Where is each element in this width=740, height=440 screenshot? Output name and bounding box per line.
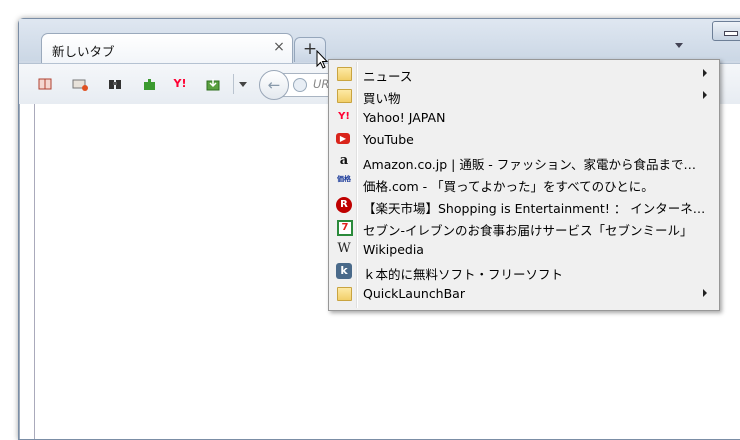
amazon-icon: a (339, 153, 349, 168)
youtube-icon: ▶ (336, 133, 350, 144)
bookmark-menu-item[interactable]: QuickLaunchBar (331, 282, 715, 304)
bookmark-menu-item-label: 価格.com - 「買ってよかった」をすべてのひとに。 (363, 179, 654, 194)
wikipedia-icon: W (337, 241, 351, 256)
bookmark-menu-item-label: ニュース (363, 69, 413, 84)
bookmark-menu-item-label: QuickLaunchBar (363, 286, 465, 301)
binoculars-icon[interactable] (107, 77, 123, 91)
tab-list-chevron-down-icon[interactable] (675, 43, 683, 48)
download-icon[interactable] (205, 77, 221, 91)
k-icon: k (336, 263, 352, 279)
back-button[interactable]: ← (259, 70, 289, 100)
bookmark-menu-item-label: Amazon.co.jp | 通販 - ファッション、家電から食品まで… (363, 157, 697, 172)
chevron-down-icon[interactable] (239, 82, 247, 87)
folder-icon (337, 287, 352, 301)
bookmark-menu-item[interactable]: k ｋ本的に無料ソフト・フリーソフト (331, 260, 715, 282)
bookmark-menu-item-label: Wikipedia (363, 242, 424, 257)
bookmark-menu-item-label: セブン-イレブンのお食事お届けサービス「セブンミール」 (363, 223, 693, 238)
submenu-arrow-icon (703, 69, 707, 77)
minimize-icon (724, 31, 738, 36)
bookmark-menu-item[interactable]: ニュース (331, 62, 715, 84)
submenu-arrow-icon (703, 289, 707, 297)
toolbar-separator (233, 74, 234, 94)
bookmark-menu-item[interactable]: 買い物 (331, 84, 715, 106)
bookmarks-dropdown-menu: ニュース買い物 Y! Yahoo! JAPAN ▶ YouTube a Amazon.co.… (328, 59, 720, 311)
bookmark-menu-item-label: ｋ本的に無料ソフト・フリーソフト (363, 267, 564, 282)
content-divider (34, 104, 35, 439)
bookmark-menu-item[interactable]: 価格価格.com - 「買ってよかった」をすべてのひとに。 (331, 172, 715, 194)
addon-icon[interactable] (141, 77, 157, 91)
bookmark-menu-item-label: 買い物 (363, 91, 401, 106)
bookmark-menu-item[interactable]: 7 セブン-イレブンのお食事お届けサービス「セブンミール」 (331, 216, 715, 238)
close-icon[interactable]: × (271, 39, 287, 55)
bookmark-menu-item[interactable]: Y! Yahoo! JAPAN (331, 106, 715, 128)
folder-icon (337, 89, 352, 103)
bookmark-menu-item[interactable]: R 【楽天市場】Shopping is Entertainment! ： インター… (331, 194, 715, 216)
bookmark-menu-item-label: Yahoo! JAPAN (363, 110, 446, 125)
bookmark-menu-item[interactable]: a Amazon.co.jp | 通販 - ファッション、家電から食品まで… (331, 150, 715, 172)
tab-title: 新しいタブ (52, 44, 115, 59)
minimize-button[interactable] (712, 21, 740, 41)
bookmark-menu-item[interactable]: ▶ YouTube (331, 128, 715, 150)
kakaku-icon: 価格 (337, 175, 351, 183)
globe-icon (293, 78, 307, 92)
yahoo-icon[interactable]: Y! (172, 77, 188, 91)
tab-new-tab[interactable]: 新しいタブ × (41, 33, 293, 64)
seven-eleven-icon: 7 (337, 220, 353, 236)
reader-icon[interactable] (72, 77, 88, 91)
rakuten-icon: R (336, 197, 352, 213)
bookmark-menu-item-label: 【楽天市場】Shopping is Entertainment! ： インターネ… (363, 201, 706, 216)
bookmark-menu-item-label: YouTube (363, 132, 414, 147)
folder-icon (337, 67, 352, 81)
url-placeholder: UR (313, 77, 330, 91)
bookmark-menu-item[interactable]: W Wikipedia (331, 238, 715, 260)
bookmark-icon[interactable] (37, 77, 53, 91)
yahoo-icon: Y! (338, 111, 350, 122)
submenu-arrow-icon (703, 91, 707, 99)
